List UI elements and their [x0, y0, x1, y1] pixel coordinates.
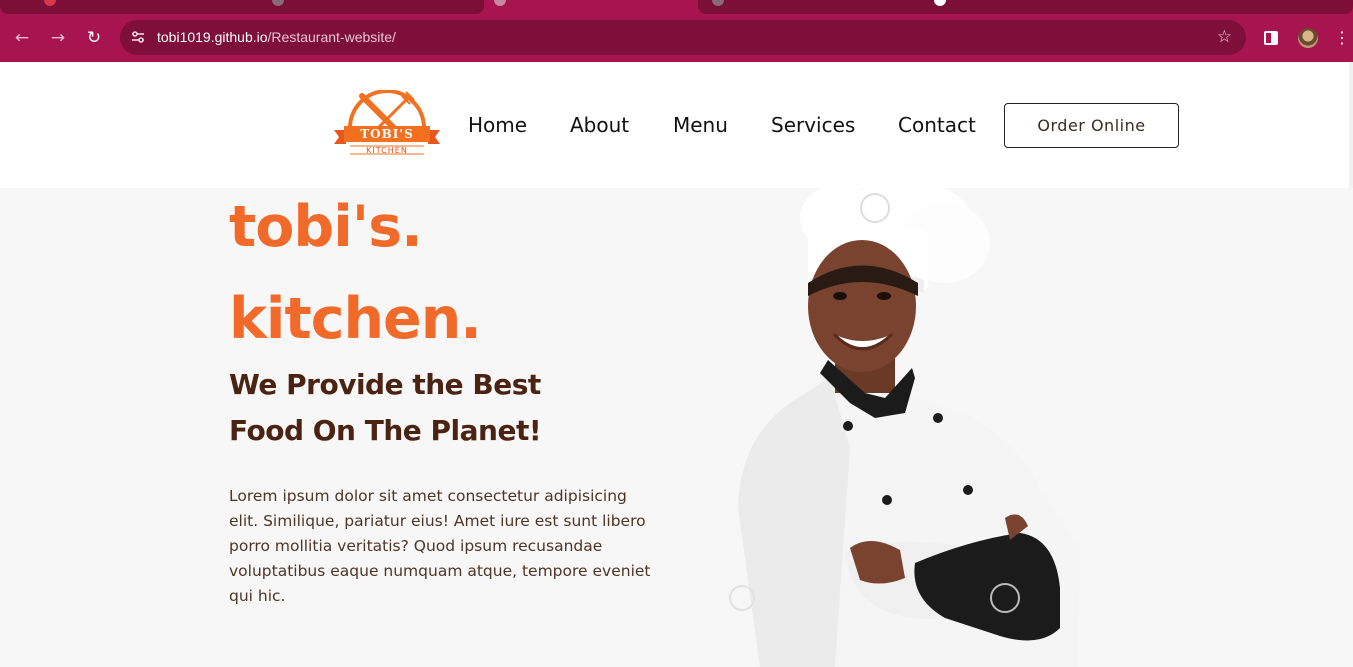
order-online-button[interactable]: Order Online	[1004, 103, 1179, 148]
nav-services[interactable]: Services	[771, 112, 855, 138]
star-icon: ☆	[1216, 27, 1232, 47]
hero-description: Lorem ipsum dolor sit amet consectetur a…	[229, 487, 651, 605]
hero-section: tobi's. kitchen. We Provide the Best Foo…	[0, 188, 1353, 667]
tab-favicon-icon	[494, 0, 506, 6]
nav-menu[interactable]: Menu	[673, 112, 728, 138]
avatar[interactable]	[1298, 28, 1318, 48]
url-text[interactable]: tobi1019.github.io/Restaurant-website/	[157, 28, 396, 47]
arrow-right-icon: →	[50, 28, 66, 48]
back-button[interactable]: ←	[12, 28, 32, 48]
kebab-menu-icon[interactable]: ⋮	[1334, 28, 1350, 48]
forward-button[interactable]: →	[48, 28, 68, 48]
reload-button[interactable]: ↻	[84, 28, 104, 48]
reload-icon: ↻	[86, 28, 102, 48]
hero-brand-line-2: kitchen.	[229, 286, 482, 352]
browser-toolbar: ← → ↻ tobi1019.github.io/Restaurant-webs…	[0, 14, 1353, 62]
hero-tagline: We Provide the Best Food On The Planet!	[229, 362, 649, 454]
nav-contact[interactable]: Contact	[898, 112, 976, 138]
tab-favicon-icon	[272, 0, 284, 6]
address-bar[interactable]: tobi1019.github.io/Restaurant-website/ ☆	[120, 20, 1246, 55]
tab-favicon-icon	[44, 0, 56, 6]
tab-favicon-icon	[712, 0, 724, 6]
nav-home[interactable]: Home	[468, 112, 527, 138]
url-host: tobi1019.github.io	[157, 29, 268, 45]
url-path: /Restaurant-website/	[267, 29, 396, 45]
scrollbar[interactable]	[1349, 62, 1353, 188]
tune-icon[interactable]	[130, 29, 146, 45]
tab-favicon-icon	[934, 0, 946, 6]
arrow-left-icon: ←	[14, 28, 30, 48]
side-panel-icon[interactable]	[1264, 31, 1278, 45]
bookmark-button[interactable]: ☆	[1217, 27, 1232, 47]
browser-tab[interactable]	[0, 0, 484, 14]
tagline-line-1: We Provide the Best	[229, 368, 541, 401]
site-header: TOBI'S KITCHEN Home About Menu Services …	[0, 62, 1353, 188]
browser-tab[interactable]	[698, 0, 1353, 14]
tagline-line-2: Food On The Planet!	[229, 414, 542, 447]
hero-brand-line-1: tobi's.	[229, 194, 423, 260]
tab-strip	[0, 0, 1353, 14]
chef-image	[729, 188, 1080, 667]
nav-about[interactable]: About	[570, 112, 629, 138]
